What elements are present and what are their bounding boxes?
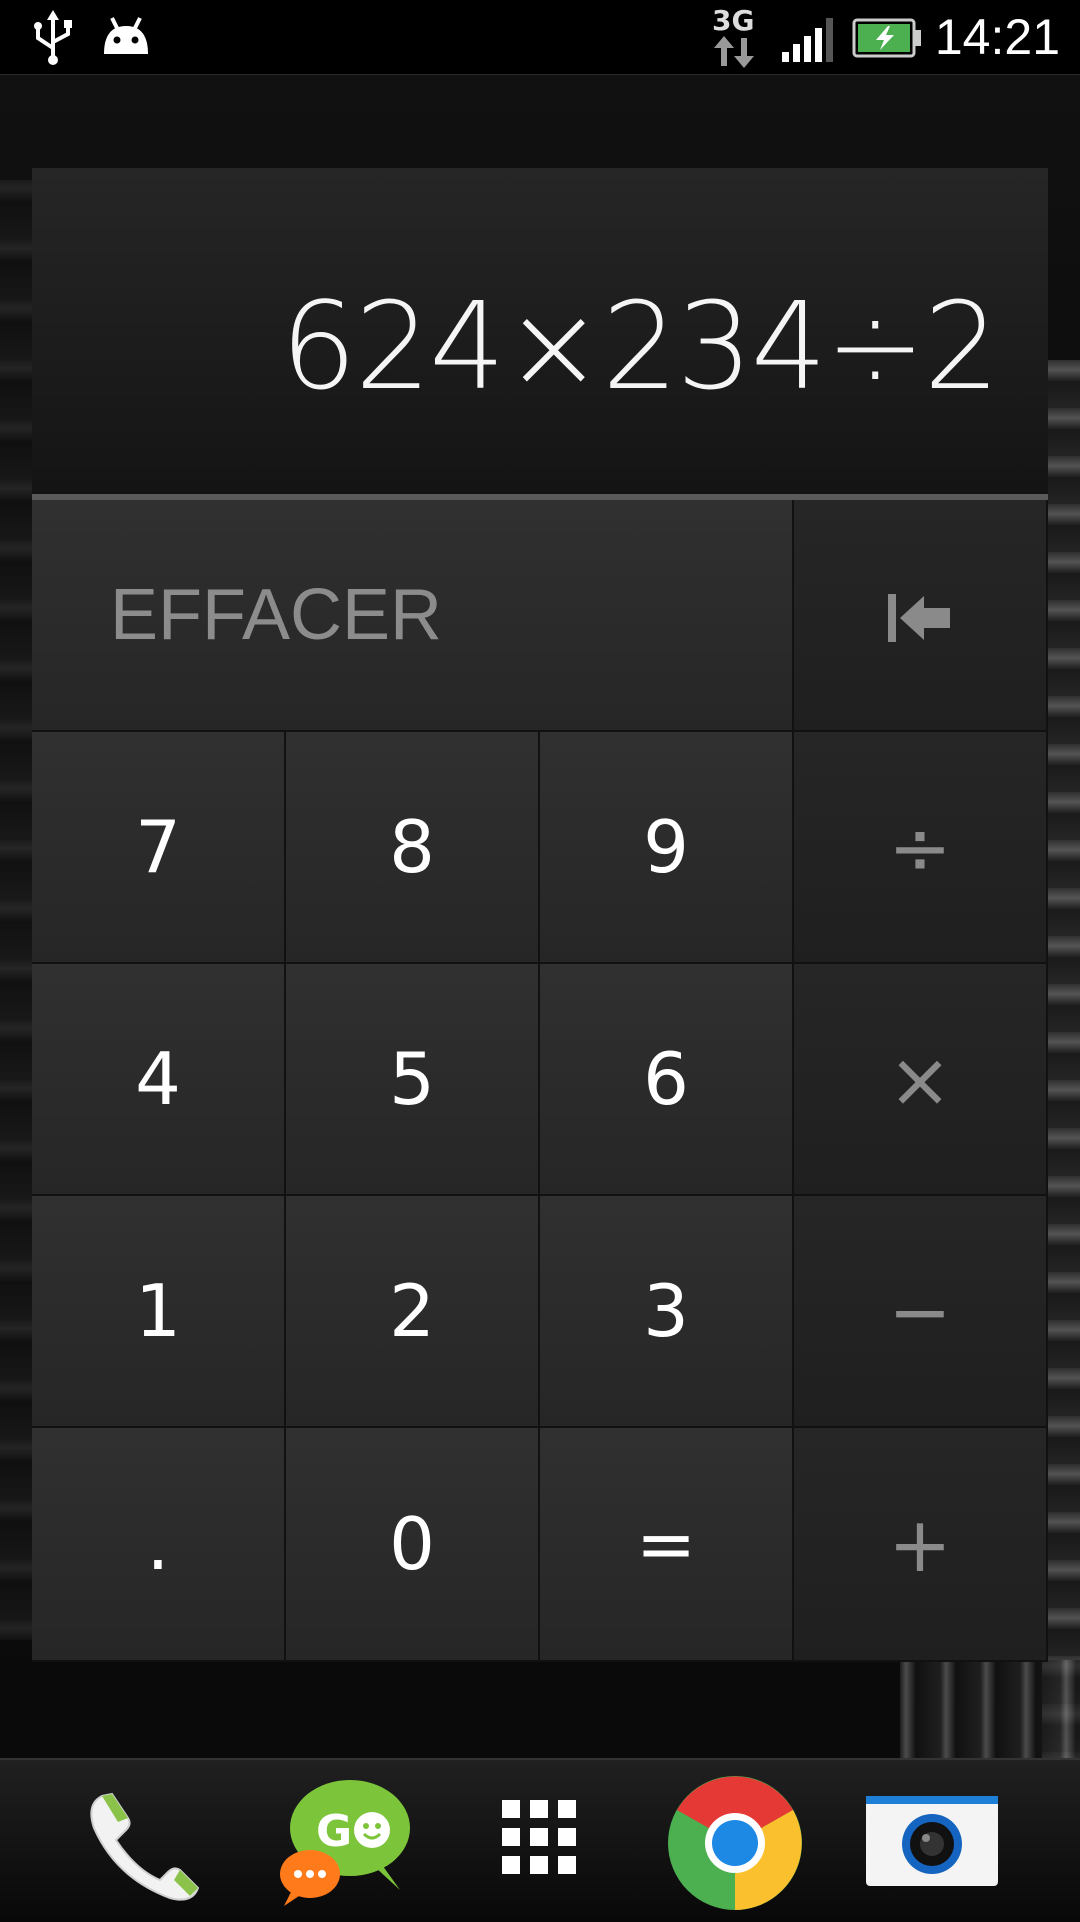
key-4[interactable]: 4: [32, 964, 286, 1196]
key-label: 9: [643, 805, 689, 889]
key-label: 5: [389, 1037, 435, 1121]
usb-icon: [28, 10, 78, 71]
key-2[interactable]: 2: [286, 1196, 540, 1428]
key-label: 8: [389, 805, 435, 889]
phone-icon[interactable]: [80, 1778, 210, 1913]
key-label: +: [888, 1499, 952, 1589]
key-3[interactable]: 3: [540, 1196, 794, 1428]
chrome-icon[interactable]: [666, 1774, 804, 1917]
battery-charging-icon: [852, 18, 922, 63]
key-9[interactable]: 9: [540, 732, 794, 964]
backspace-icon: [888, 571, 952, 660]
key-6[interactable]: 6: [540, 964, 794, 1196]
calculator-display: 624×234÷2: [32, 168, 1048, 500]
key-label: 6: [643, 1037, 689, 1121]
key-1[interactable]: 1: [32, 1196, 286, 1428]
key-divide[interactable]: ÷: [794, 732, 1048, 964]
clear-button[interactable]: EFFACER: [32, 500, 794, 732]
signal-icon: [780, 16, 838, 67]
key-label: 4: [135, 1037, 181, 1121]
clear-button-label: EFFACER: [110, 575, 443, 655]
clear-row: EFFACER: [32, 500, 1048, 732]
android-debug-icon: [100, 16, 152, 61]
key-0[interactable]: 0: [286, 1428, 540, 1662]
network-type: 3G: [712, 4, 755, 37]
go-sms-icon[interactable]: G: [278, 1770, 418, 1915]
status-bar: 3G 14:21: [0, 0, 1080, 75]
key-minus[interactable]: −: [794, 1196, 1048, 1428]
key-label: 7: [135, 805, 181, 889]
backspace-button[interactable]: [794, 500, 1048, 732]
key-7[interactable]: 7: [32, 732, 286, 964]
clock: 14:21: [934, 9, 1060, 65]
key-label: 3: [643, 1269, 689, 1353]
key-equals[interactable]: =: [540, 1428, 794, 1662]
key-8[interactable]: 8: [286, 732, 540, 964]
key-multiply[interactable]: ×: [794, 964, 1048, 1196]
calculator-widget: 624×234÷2 EFFACER 7 8 9 ÷ 4 5 6 × 1 2 3 …: [32, 168, 1048, 1662]
key-label: .: [146, 1502, 170, 1586]
app-drawer-icon[interactable]: [500, 1798, 578, 1881]
key-label: =: [635, 1502, 697, 1586]
wallpaper-building-bottom: [900, 1660, 1080, 1760]
display-expression: 624×234÷2: [280, 278, 1000, 417]
key-label: ÷: [888, 802, 952, 892]
app-dock: G: [0, 1758, 1080, 1922]
key-label: 2: [389, 1269, 435, 1353]
key-plus[interactable]: +: [794, 1428, 1048, 1662]
svg-text:G: G: [316, 1806, 352, 1857]
key-5[interactable]: 5: [286, 964, 540, 1196]
key-label: 1: [135, 1269, 181, 1353]
key-label: −: [888, 1266, 952, 1356]
key-decimal[interactable]: .: [32, 1428, 286, 1662]
key-label: 0: [389, 1502, 435, 1586]
key-label: ×: [888, 1034, 952, 1124]
data-transfer-icon: [712, 36, 756, 73]
camera-icon[interactable]: [866, 1796, 998, 1891]
